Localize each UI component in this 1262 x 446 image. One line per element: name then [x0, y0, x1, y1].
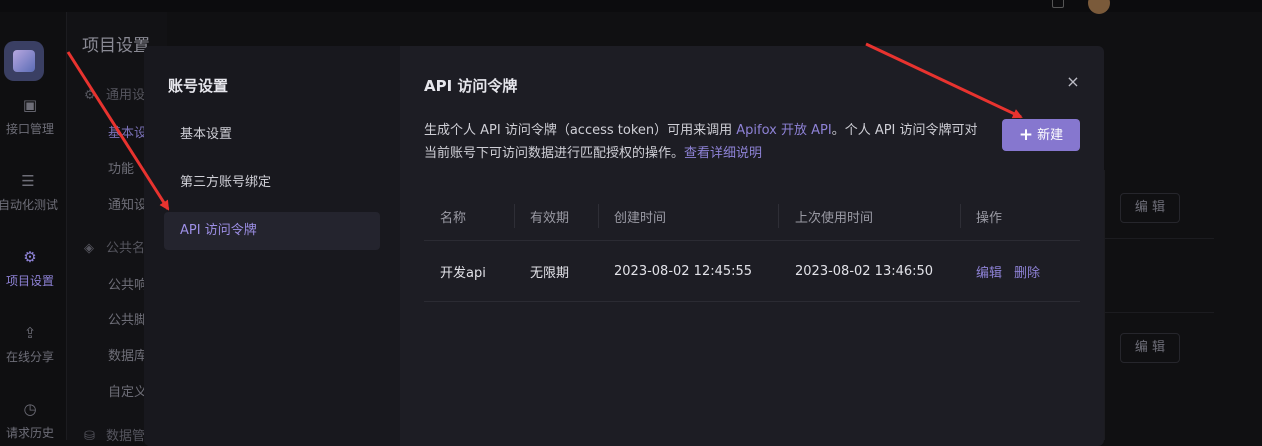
top-bar — [0, 0, 1262, 14]
column-header: 有效期 — [530, 210, 570, 226]
column-header: 上次使用时间 — [795, 210, 874, 226]
new-token-button[interactable]: + 新建 — [1002, 119, 1080, 151]
background-edit-button[interactable]: 编 辑 — [1120, 193, 1180, 223]
logo-icon — [13, 50, 35, 72]
modal-title: API 访问令牌 — [424, 77, 518, 95]
details-link[interactable]: 查看详细说明 — [684, 146, 762, 161]
sub-group-data[interactable]: ⛁ 数据管 — [84, 425, 145, 444]
divider — [1104, 312, 1214, 313]
gear-icon: ⚙ — [84, 88, 96, 103]
sidebar-item-third-party-binding[interactable]: 第三方账号绑定 — [164, 164, 380, 202]
sub-item[interactable]: 功能 — [108, 158, 134, 177]
automation-icon: ☰ — [21, 172, 35, 190]
modal-sidebar: 账号设置 基本设置 第三方账号绑定 API 访问令牌 — [144, 46, 400, 446]
sub-item[interactable]: 基本设 — [108, 122, 147, 141]
column-separator — [778, 204, 779, 228]
share-icon: ⇪ — [23, 324, 37, 342]
sub-item[interactable]: 公共脚 — [108, 309, 147, 328]
column-separator — [598, 204, 599, 228]
database-icon: ⛁ — [84, 429, 95, 444]
column-separator — [514, 204, 515, 228]
sub-item[interactable]: 通知设 — [108, 194, 147, 213]
sub-item[interactable]: 公共响 — [108, 274, 147, 293]
sidebar-item-basic-settings[interactable]: 基本设置 — [164, 116, 380, 154]
description-text: 生成个人 API 访问令牌（access token）可用来调用 — [424, 123, 737, 138]
close-icon[interactable]: × — [1063, 72, 1083, 92]
nav-item-share[interactable]: ⇪ 在线分享 — [0, 324, 60, 365]
settings-icon[interactable] — [1052, 0, 1064, 8]
sub-item[interactable]: 自定义 — [108, 381, 147, 400]
account-settings-modal: 账号设置 基本设置 第三方账号绑定 API 访问令牌 API 访问令牌 × 生成… — [144, 46, 1104, 446]
table-header-row: 名称 有效期 创建时间 上次使用时间 操作 — [424, 192, 1080, 241]
left-nav: ▣ 接口管理 ☰ 自动化测试 ⚙ 项目设置 ⇪ 在线分享 ◷ 请求历史 — [0, 12, 67, 440]
description: 生成个人 API 访问令牌（access token）可用来调用 Apifox … — [424, 119, 984, 165]
plus-icon: + — [1018, 125, 1034, 145]
token-created-time: 2023-08-02 12:45:55 — [614, 263, 753, 279]
column-header: 创建时间 — [614, 210, 667, 226]
open-api-link[interactable]: Apifox 开放 API — [736, 123, 831, 138]
modal-sidebar-title: 账号设置 — [168, 77, 229, 95]
sidebar-item-api-token[interactable]: API 访问令牌 — [164, 212, 380, 250]
nav-item-automation[interactable]: ☰ 自动化测试 — [0, 172, 64, 213]
table-row: 开发api 无限期 2023-08-02 12:45:55 2023-08-02… — [424, 241, 1080, 302]
column-header: 名称 — [440, 210, 467, 226]
layers-icon: ◈ — [84, 241, 94, 256]
column-header: 操作 — [976, 210, 1003, 226]
sub-group-public[interactable]: ◈ 公共名 — [84, 237, 145, 256]
nav-item-history[interactable]: ◷ 请求历史 — [0, 400, 60, 441]
avatar[interactable] — [1088, 0, 1110, 14]
token-last-used-time: 2023-08-02 13:46:50 — [795, 263, 934, 279]
column-separator — [960, 204, 961, 228]
edit-token-link[interactable]: 编辑 — [976, 262, 1002, 281]
row-actions: 编辑 删除 — [976, 241, 1052, 301]
nav-item-api[interactable]: ▣ 接口管理 — [0, 96, 60, 137]
token-validity: 无限期 — [530, 265, 570, 281]
nav-item-project-settings[interactable]: ⚙ 项目设置 — [0, 248, 60, 289]
app-logo — [4, 41, 44, 81]
history-icon: ◷ — [23, 400, 37, 418]
page-title: 项目设置 — [82, 36, 150, 56]
background-edit-button[interactable]: 编 辑 — [1120, 333, 1180, 363]
api-icon: ▣ — [22, 96, 38, 114]
sub-group-general[interactable]: ⚙ 通用设 — [84, 84, 145, 103]
delete-token-link[interactable]: 删除 — [1014, 262, 1040, 281]
sub-item[interactable]: 数据库 — [108, 345, 147, 364]
settings-icon: ⚙ — [23, 248, 37, 266]
token-name: 开发api — [440, 265, 486, 281]
divider — [1104, 238, 1214, 239]
